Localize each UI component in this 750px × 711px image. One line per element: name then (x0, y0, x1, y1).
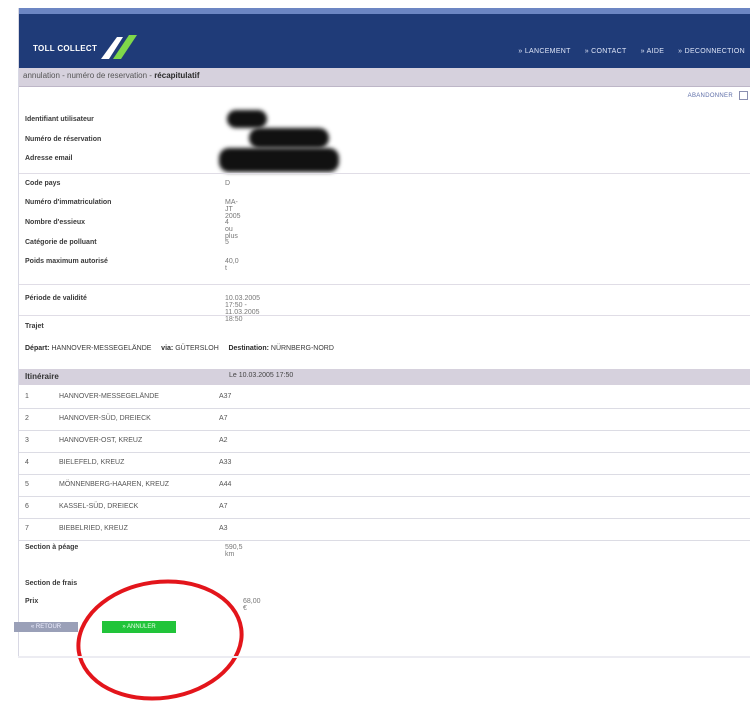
destination-value: NÜRNBERG-NORD (270, 345, 334, 352)
weight-value: 40,0 t (225, 258, 239, 272)
table-row: 2 HANNOVER-SÜD, DREIECK A7 (19, 409, 750, 431)
country-value: D (225, 180, 231, 187)
breadcrumb-bar: annulation - numéro de reservation - réc… (19, 68, 750, 87)
validity-value: 10.03.2005 17:50 - 11.03.2005 18:50 (225, 295, 261, 323)
country-label: Code pays (25, 180, 61, 187)
trajet-label: Trajet (25, 323, 44, 330)
row-place: HANNOVER-OST, KREUZ (59, 437, 143, 444)
row-place: BIEBELRIED, KREUZ (59, 525, 128, 532)
toll-label: Section à péage (25, 544, 79, 551)
breadcrumb-current: récapitulatif (154, 71, 200, 80)
row-place: HANNOVER-MESSEGELÄNDE (59, 393, 159, 400)
row-number: 7 (25, 525, 29, 532)
itinerary-title: Itinéraire (25, 372, 59, 381)
axles-value: 4 ou plus (225, 219, 238, 240)
route-line: Départ: HANNOVER-MESSEGELÄNDE via: GÜTER… (25, 345, 334, 352)
price-value: 68,00 € (243, 598, 261, 612)
validity-label: Période de validité (25, 295, 87, 302)
page: TOLL COLLECT » LANCEMENT » CONTACT » AID… (18, 8, 750, 656)
close-icon (739, 91, 748, 100)
abandon-label: ABANDONNER (687, 92, 733, 99)
row-number: 1 (25, 393, 29, 400)
redaction-email (219, 148, 339, 172)
depart-label: Départ: (25, 345, 50, 352)
plate-value: MA-JT 2005 (225, 199, 241, 220)
header: TOLL COLLECT » LANCEMENT » CONTACT » AID… (19, 8, 750, 68)
table-row: 7 BIEBELRIED, KREUZ A3 (19, 519, 750, 541)
row-place: BIELEFELD, KREUZ (59, 459, 125, 466)
nav-contact[interactable]: » CONTACT (585, 48, 627, 55)
table-row: 6 KASSEL-SÜD, DREIECK A7 (19, 497, 750, 519)
row-road: A2 (219, 437, 228, 444)
itinerary-header: Itinéraire Le 10.03.2005 17:50 (19, 369, 750, 385)
row-place: MÖNNENBERG-HAAREN, KREUZ (59, 481, 170, 488)
row-number: 3 (25, 437, 29, 444)
row-road: A7 (219, 503, 228, 510)
divider (19, 284, 750, 285)
via-value: GÜTERSLOH (175, 345, 219, 352)
toll-value: 590,5 km (225, 544, 243, 558)
row-road: A44 (219, 481, 232, 488)
table-row: 4 BIELEFELD, KREUZ A33 (19, 453, 750, 475)
axles-label: Nombre d'essieux (25, 219, 86, 226)
row-place: KASSEL-SÜD, DREIECK (59, 503, 139, 510)
row-road: A3 (219, 525, 228, 532)
row-road: A7 (219, 415, 228, 422)
depart-value: HANNOVER-MESSEGELÄNDE (51, 345, 152, 352)
toll-collect-logo[interactable] (29, 21, 139, 61)
reservation-label: Numéro de réservation (25, 136, 102, 143)
plate-label: Numéro d'immatriculation (25, 199, 112, 206)
top-nav: » LANCEMENT » CONTACT » AIDE » DECONNECT… (518, 48, 745, 55)
page-bottom-edge (18, 656, 750, 658)
back-button[interactable]: « RETOUR (14, 622, 78, 632)
redaction-reservation (249, 128, 329, 148)
itinerary-table: 1 HANNOVER-MESSEGELÄNDE A37 2 HANNOVER-SÜD,… (19, 387, 750, 541)
abandon-link[interactable]: ABANDONNER (688, 91, 748, 100)
logo-swoosh-icon (101, 35, 137, 59)
row-number: 2 (25, 415, 29, 422)
divider (19, 315, 750, 316)
row-place: HANNOVER-SÜD, DREIECK (59, 415, 151, 422)
breadcrumb: annulation - numéro de reservation - réc… (23, 71, 200, 80)
row-number: 5 (25, 481, 29, 488)
destination-label: Destination: (228, 345, 269, 352)
table-row: 1 HANNOVER-MESSEGELÄNDE A37 (19, 387, 750, 409)
row-road: A33 (219, 459, 232, 466)
pollutant-value: 5 (225, 239, 229, 246)
table-row: 3 HANNOVER-OST, KREUZ A2 (19, 431, 750, 453)
row-road: A37 (219, 393, 232, 400)
nav-aide[interactable]: » AIDE (641, 48, 665, 55)
via-label: via: (161, 345, 174, 352)
row-number: 6 (25, 503, 29, 510)
redaction-user-id (227, 110, 267, 128)
pollutant-label: Catégorie de polluant (25, 239, 97, 246)
itinerary-date: Le 10.03.2005 17:50 (229, 372, 294, 379)
logo-text: TOLL COLLECT (33, 44, 98, 53)
table-row: 5 MÖNNENBERG-HAAREN, KREUZ A44 (19, 475, 750, 497)
divider (19, 173, 750, 174)
email-label: Adresse email (25, 155, 73, 162)
weight-label: Poids maximum autorisé (25, 258, 108, 265)
row-number: 4 (25, 459, 29, 466)
nav-deconnection[interactable]: » DECONNECTION (678, 48, 745, 55)
header-stripe (19, 8, 750, 14)
user-id-label: Identifiant utilisateur (25, 116, 94, 123)
breadcrumb-prefix: annulation - numéro de reservation - (23, 71, 155, 80)
nav-lancement[interactable]: » LANCEMENT (518, 48, 570, 55)
